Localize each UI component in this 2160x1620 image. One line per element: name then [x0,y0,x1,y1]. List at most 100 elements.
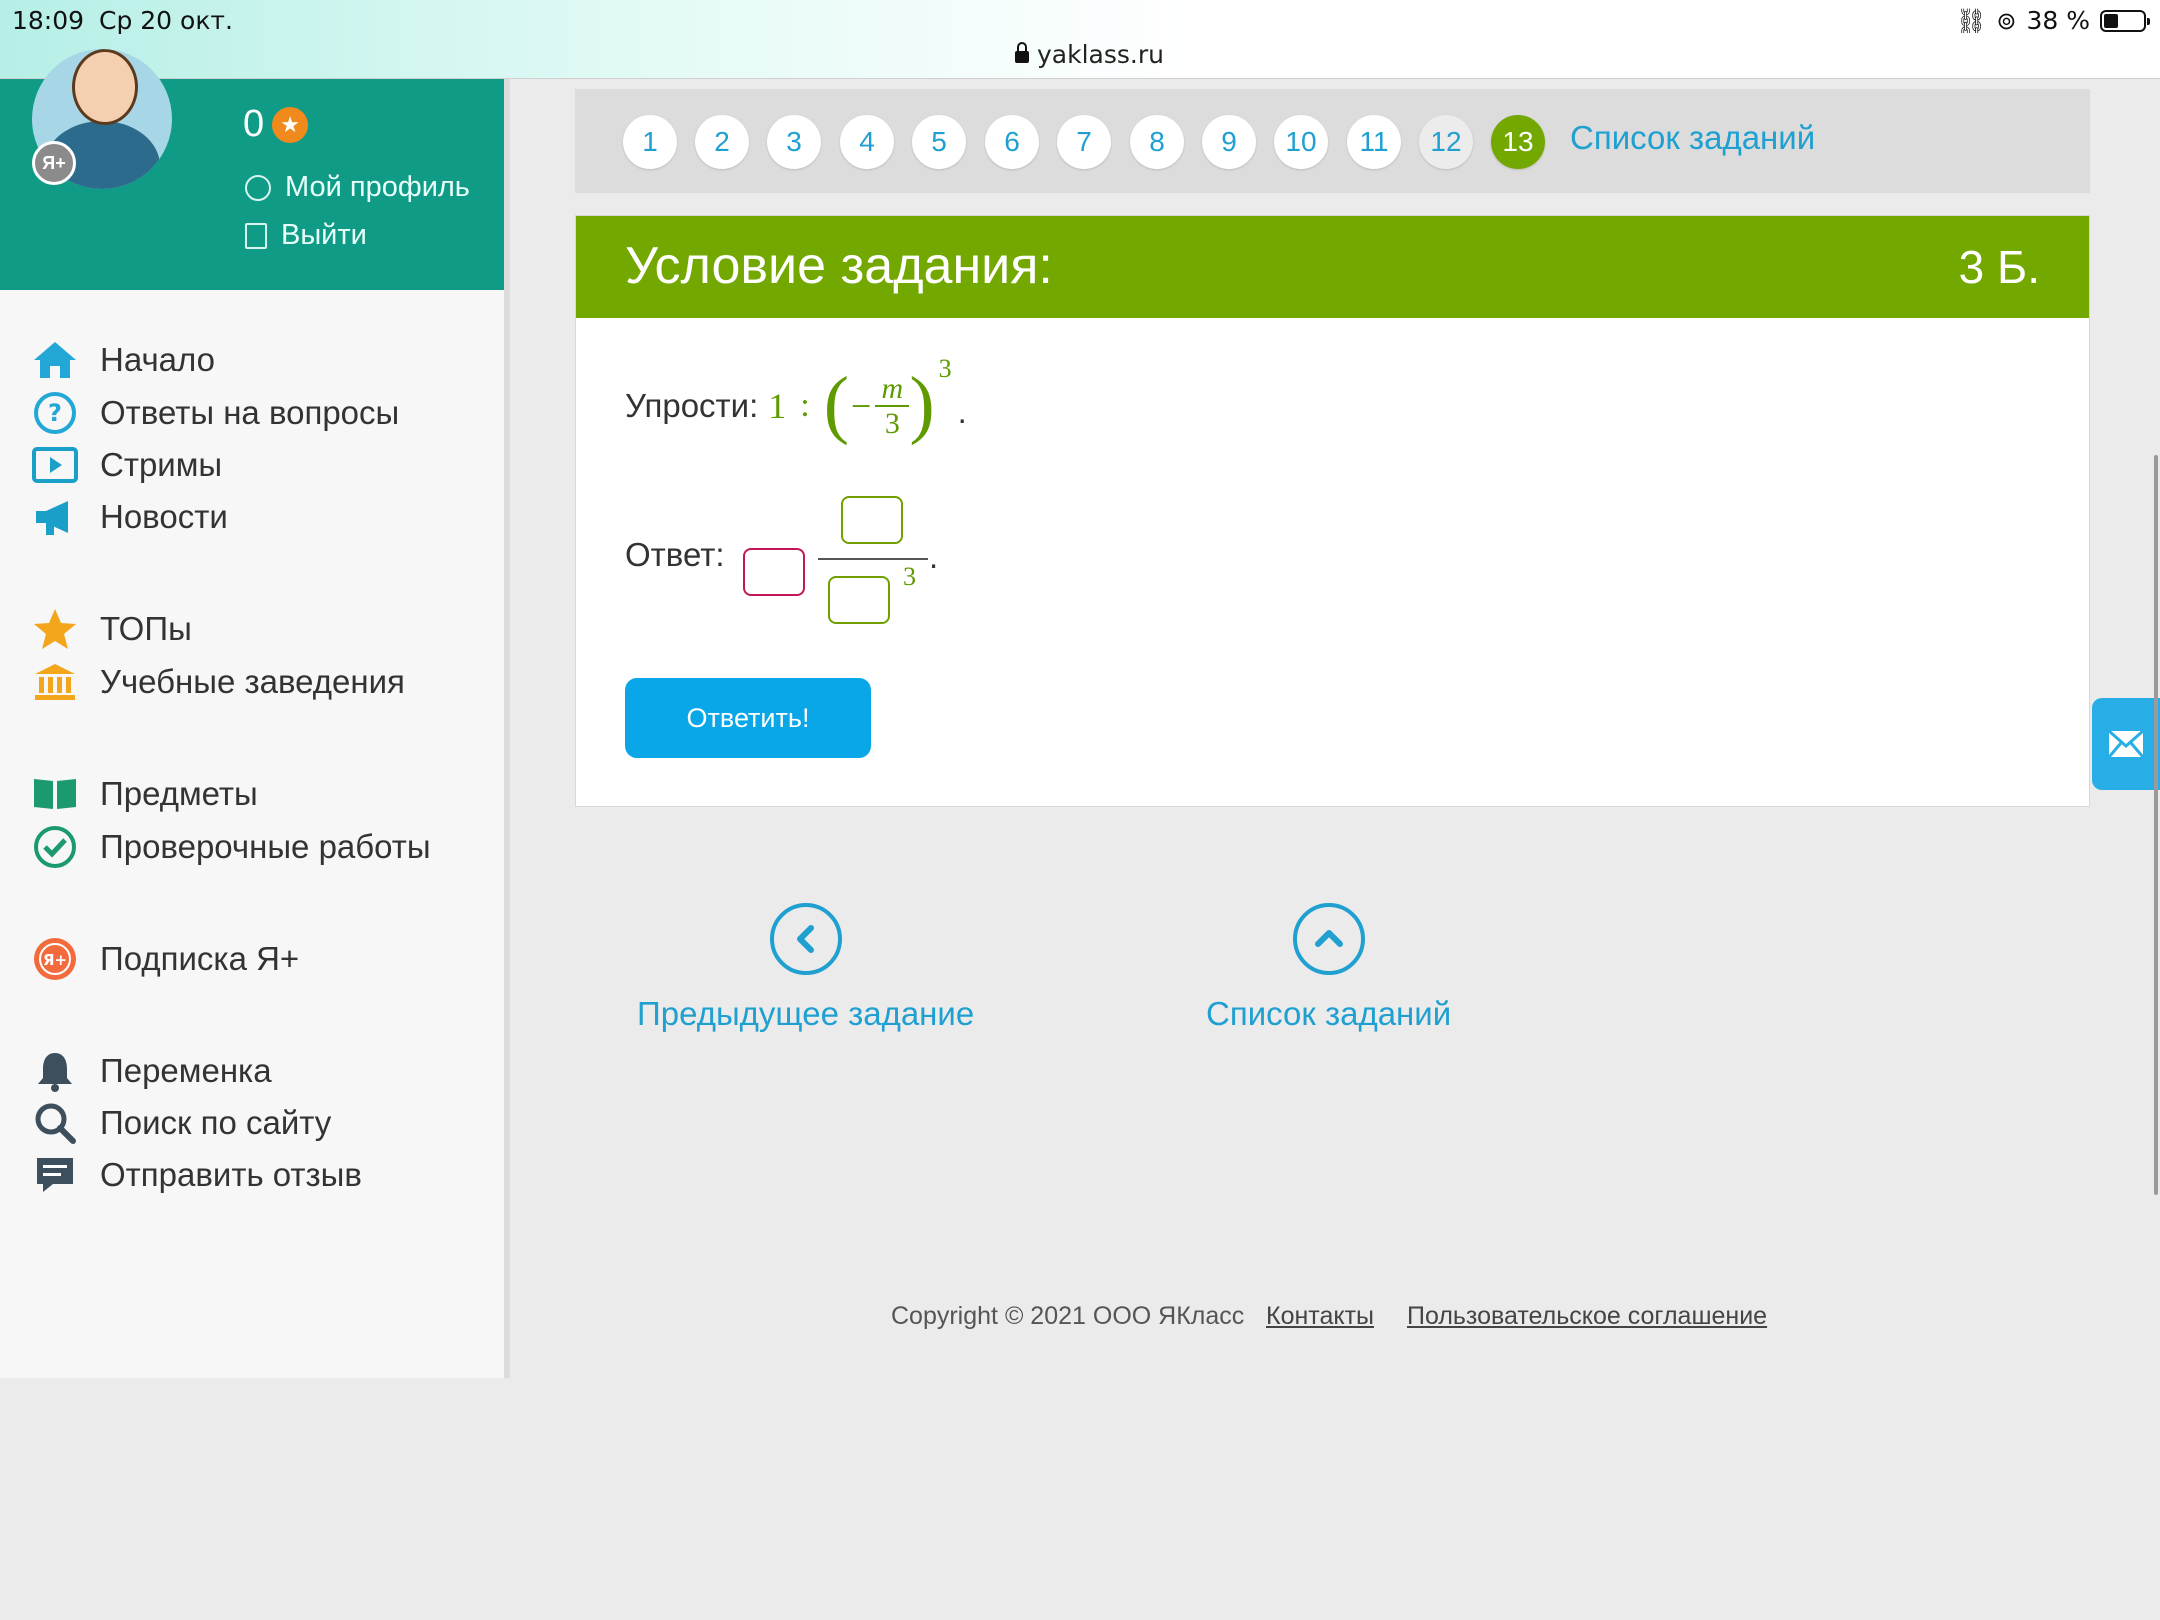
expr-one: 1 [768,386,787,426]
sign-input[interactable] [743,548,805,596]
task-list-bottom-link[interactable]: Список заданий [1206,903,1451,1033]
page-button-12[interactable]: 12 [1419,115,1473,169]
sidebar-item-subscription[interactable]: Я+ Подписка Я+ [32,936,299,982]
task-card: Условие задания: 3 Б. Упрости: 1 : ( − m… [575,215,2090,807]
user-icon [245,174,271,201]
task-prompt: Упрости: [625,387,759,424]
profile-panel: Я+ 0 ★ Мой профиль Выйти [0,49,504,290]
points-value: 0 [243,103,265,145]
status-bar: 18:09 Ср 20 окт. yaklass.ru ⛓ ⊚ 38 % [0,0,2160,79]
page-button-3[interactable]: 3 [767,115,821,169]
page-button-2[interactable]: 2 [695,115,749,169]
chevron-up-icon [1292,903,1365,975]
sidebar-item-tops[interactable]: ТОПы [32,606,192,652]
check-circle-icon [32,824,78,870]
avatar-head [72,49,138,125]
feedback-mail-tab[interactable] [2092,698,2160,790]
sidebar-item-answers[interactable]: ? Ответы на вопросы [32,390,399,436]
task-title: Условие задания: [625,237,1053,295]
sidebar-item-break[interactable]: Переменка [32,1048,272,1094]
page-button-8[interactable]: 8 [1130,115,1184,169]
rotation-lock-icon: ⊚ [1996,6,2017,35]
submit-button[interactable]: Ответить! [625,678,871,758]
page-button-7[interactable]: 7 [1057,115,1111,169]
expr-denominator: 3 [884,407,900,440]
lock-icon [1015,42,1029,63]
expr-colon: : [800,387,810,424]
mail-icon [2108,730,2144,758]
denominator-input[interactable] [828,576,890,624]
star-icon [32,606,78,652]
sidebar-item-tests[interactable]: Проверочные работы [32,824,431,870]
url-text: yaklass.ru [1037,40,1164,69]
answer-label: Ответ: [625,536,725,573]
sidebar-item-streams[interactable]: Стримы [32,442,222,488]
link-icon: ⛓ [1955,6,1987,35]
answer-fraction-bar [818,558,928,560]
page-button-10[interactable]: 10 [1274,115,1328,169]
logout-label: Выйти [281,219,367,251]
page-button-6[interactable]: 6 [985,115,1039,169]
task-list-link[interactable]: Список заданий [1570,119,1815,157]
sidebar-item-label: Начало [100,341,215,378]
sidebar-item-label: Стримы [100,446,223,483]
task-score: 3 Б. [1958,241,2040,293]
address-bar[interactable]: yaklass.ru [1015,40,1164,69]
page-button-5[interactable]: 5 [912,115,966,169]
numerator-input[interactable] [841,496,903,544]
building-icon [32,659,78,705]
task-pager: 1 2 3 4 5 6 7 8 9 10 11 12 13 Список зад… [575,89,2090,193]
expr-fraction: m 3 [875,372,910,440]
home-icon [32,337,78,383]
sidebar-item-feedback[interactable]: Отправить отзыв [32,1152,362,1198]
star-icon: ★ [272,106,309,143]
sidebar-item-label: Предметы [100,775,258,812]
page-button-11[interactable]: 11 [1347,115,1401,169]
page-button-13-current[interactable]: 13 [1491,115,1545,169]
scrollbar[interactable] [2154,455,2158,1195]
chevron-left-icon [769,903,842,975]
door-icon [245,222,267,249]
my-profile-label: Мой профиль [285,171,470,203]
my-profile-link[interactable]: Мой профиль [245,171,470,204]
sidebar-item-news[interactable]: Новости [32,494,228,540]
ya-plus-badge: Я+ [32,141,76,185]
sidebar-item-search[interactable]: Поиск по сайту [32,1100,331,1146]
sidebar-item-label: Учебные заведения [100,663,405,700]
logout-link[interactable]: Выйти [245,219,367,252]
expr-paren-open: ( [823,362,850,446]
status-date: Ср 20 окт. [99,6,233,35]
sidebar-item-subjects[interactable]: Предметы [32,771,258,817]
page-button-9[interactable]: 9 [1202,115,1256,169]
task-header: Условие задания: 3 Б. [576,216,2089,318]
sidebar-item-label: Ответы на вопросы [100,394,400,431]
page-button-4[interactable]: 4 [840,115,894,169]
expr-paren-close: ) [909,362,935,446]
book-icon [32,771,78,817]
svg-text:?: ? [48,399,62,427]
expr-numerator: m [881,372,904,405]
bell-icon [32,1048,78,1094]
sidebar-item-label: ТОПы [100,610,192,647]
chat-icon [32,1152,78,1198]
sidebar-item-home[interactable]: Начало [32,337,215,383]
sidebar-item-label: Отправить отзыв [100,1156,362,1193]
sidebar-item-schools[interactable]: Учебные заведения [32,659,405,705]
sidebar: Я+ 0 ★ Мой профиль Выйти Начало ? Ответы… [0,49,510,1378]
status-indicators: ⛓ ⊚ 38 % [1955,6,2150,35]
battery-icon [2100,9,2150,32]
points-counter: 0 ★ [243,103,309,146]
sidebar-item-label: Подписка Я+ [100,940,300,977]
ya-plus-icon: Я+ [32,936,78,982]
play-icon [32,442,78,488]
answer-period: . [929,538,939,575]
prev-task-link[interactable]: Предыдущее задание [637,903,974,1033]
agreement-link[interactable]: Пользовательское соглашение [1407,1302,1767,1331]
question-icon: ? [32,390,78,436]
page-button-1[interactable]: 1 [623,115,677,169]
contacts-link[interactable]: Контакты [1266,1302,1374,1331]
sidebar-item-label: Поиск по сайту [100,1104,332,1141]
task-statement: Упрости: 1 : ( − m 3 ) 3 . [625,354,967,446]
status-time: 18:09 [12,6,85,35]
sidebar-item-label: Новости [100,498,228,535]
